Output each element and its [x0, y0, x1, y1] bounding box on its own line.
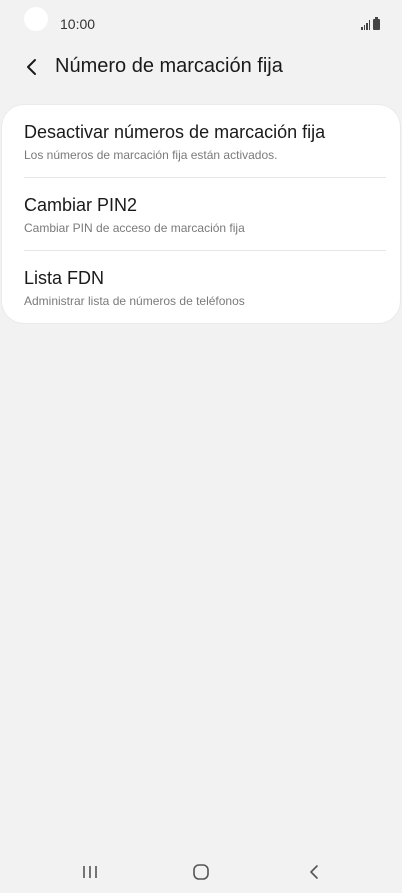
- list-item-subtitle: Los números de marcación fija están acti…: [24, 148, 278, 162]
- app-bar: Número de marcación fija: [0, 48, 402, 88]
- back-icon: [310, 865, 318, 879]
- screen: 10:00 Número de marcación fija Desactiva…: [0, 0, 402, 893]
- list-item-change-pin2[interactable]: Cambiar PIN2 Cambiar PIN de acceso de ma…: [2, 178, 400, 250]
- nav-back-button[interactable]: [290, 856, 338, 888]
- recent-apps-button[interactable]: [66, 856, 114, 888]
- navigation-bar: [0, 850, 402, 893]
- chevron-left-icon: [27, 59, 36, 75]
- settings-card: Desactivar números de marcación fija Los…: [2, 105, 400, 323]
- page-title: Número de marcación fija: [55, 55, 283, 77]
- camera-cutout: [24, 7, 48, 31]
- list-item-title: Cambiar PIN2: [24, 195, 138, 215]
- list-item-fdn-list[interactable]: Lista FDN Administrar lista de números d…: [2, 251, 400, 323]
- home-icon: [193, 864, 209, 880]
- back-button[interactable]: [18, 50, 46, 84]
- status-bar: 10:00: [0, 0, 402, 48]
- status-time: 10:00: [60, 16, 96, 32]
- list-item-title: Desactivar números de marcación fija: [24, 122, 326, 142]
- list-item-subtitle: Administrar lista de números de teléfono…: [24, 294, 245, 308]
- list-item-disable-fdn[interactable]: Desactivar números de marcación fija Los…: [2, 105, 400, 177]
- list-item-subtitle: Cambiar PIN de acceso de marcación fija: [24, 221, 245, 235]
- status-icons: [361, 16, 380, 30]
- home-button[interactable]: [177, 856, 225, 888]
- recent-apps-icon: [83, 866, 97, 878]
- signal-icon: [361, 20, 370, 30]
- list-item-title: Lista FDN: [24, 268, 105, 288]
- battery-icon: [373, 17, 380, 30]
